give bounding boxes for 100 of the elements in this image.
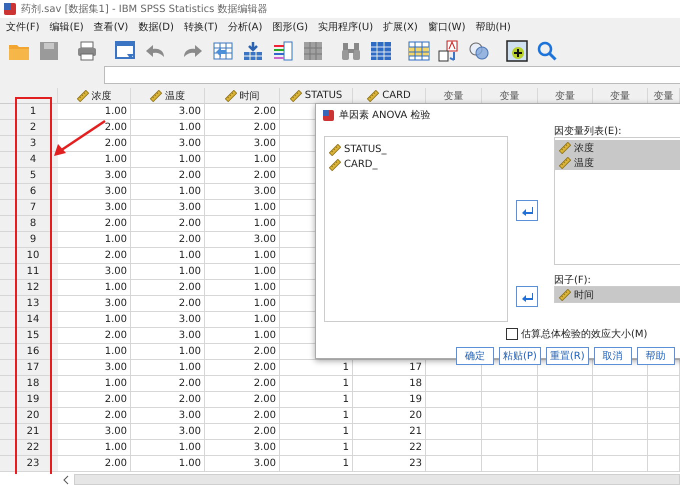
column-header[interactable]: 变量	[426, 88, 482, 104]
value-labels-icon[interactable]	[438, 40, 460, 62]
column-header[interactable]: CARD	[353, 88, 426, 104]
row-number[interactable]: 8	[0, 216, 58, 232]
table-icon[interactable]	[242, 40, 264, 62]
row-number[interactable]: 16	[0, 344, 58, 360]
scroll-left-icon[interactable]	[62, 474, 70, 484]
ruler-icon	[329, 144, 341, 156]
list-item[interactable]: STATUS_	[344, 144, 387, 155]
column-header[interactable]: 温度	[131, 88, 205, 104]
row-number[interactable]: 13	[0, 296, 58, 312]
column-header[interactable]: 变量	[482, 88, 538, 104]
row-number[interactable]: 18	[0, 376, 58, 392]
dialog-button[interactable]: 重置(R)	[546, 347, 589, 365]
column-header[interactable]: STATUS	[280, 88, 353, 104]
row-number[interactable]: 9	[0, 232, 58, 248]
column-header[interactable]: 变量	[593, 88, 648, 104]
table-cell: 3.00	[205, 456, 280, 472]
row-number[interactable]: 20	[0, 408, 58, 424]
table-cell: 2.00	[205, 360, 280, 376]
dependent-list[interactable]: 浓度 温度	[554, 137, 680, 265]
scrollbar[interactable]	[74, 474, 680, 485]
menu-item[interactable]: 扩展(X)	[380, 20, 421, 34]
row-number[interactable]: 12	[0, 280, 58, 296]
table-cell: 2.00	[131, 296, 205, 312]
dialog-button[interactable]: 粘贴(P)	[499, 347, 541, 365]
list-item[interactable]: 温度	[555, 155, 680, 170]
table-cell: 3.00	[205, 232, 280, 248]
menu-item[interactable]: 编辑(E)	[46, 20, 87, 34]
printer-icon[interactable]	[76, 40, 98, 62]
row-number[interactable]: 2	[0, 120, 58, 136]
row-number[interactable]: 10	[0, 248, 58, 264]
add-icon[interactable]	[506, 40, 528, 62]
row-number[interactable]: 6	[0, 184, 58, 200]
column-name: STATUS	[304, 90, 342, 101]
table-icon[interactable]	[408, 40, 430, 62]
table-cell: 1.00	[131, 248, 205, 264]
row-number[interactable]: 15	[0, 328, 58, 344]
row-number[interactable]: 22	[0, 440, 58, 456]
table-cell: 1	[280, 392, 353, 408]
table-cell: 2.00	[58, 408, 131, 424]
move-button[interactable]	[516, 286, 538, 307]
save-icon[interactable]	[38, 40, 60, 62]
list-item[interactable]: CARD_	[344, 159, 378, 170]
column-header[interactable]: 时间	[205, 88, 280, 104]
row-number[interactable]: 19	[0, 392, 58, 408]
row-number[interactable]: 1	[0, 104, 58, 120]
table-cell: 1	[280, 424, 353, 440]
menu-item[interactable]: 转换(T)	[180, 20, 221, 34]
empty-cell	[426, 392, 482, 408]
search-icon[interactable]	[536, 40, 558, 62]
dialog-button[interactable]: 帮助	[636, 347, 675, 365]
row-number[interactable]: 11	[0, 264, 58, 280]
dialog-button[interactable]: 取消	[594, 347, 632, 365]
column-header[interactable]: 变量	[538, 88, 593, 104]
table-cell: 2.00	[58, 328, 131, 344]
column-header[interactable]: 变量	[648, 88, 680, 104]
table-icon[interactable]	[302, 40, 324, 62]
row-number[interactable]: 14	[0, 312, 58, 328]
empty-cell	[482, 376, 538, 392]
cell-editor-field[interactable]	[104, 66, 680, 84]
menu-item[interactable]: 实用程序(U)	[315, 20, 376, 34]
menu-item[interactable]: 窗口(W)	[424, 20, 468, 34]
factor-field[interactable]: 时间	[554, 286, 680, 303]
menu-item[interactable]: 帮助(H)	[472, 20, 514, 34]
field-label: 因变量列表(E):	[554, 124, 622, 136]
row-number[interactable]: 4	[0, 152, 58, 168]
table-cell: 2.00	[205, 392, 280, 408]
variable-list[interactable]: STATUS_ CARD_	[324, 136, 508, 322]
empty-cell	[538, 376, 593, 392]
circles-icon[interactable]	[468, 40, 490, 62]
checkbox[interactable]	[506, 328, 518, 340]
empty-cell	[482, 392, 538, 408]
empty-cell	[426, 376, 482, 392]
row-number[interactable]: 3	[0, 136, 58, 152]
column-name: 浓度	[92, 90, 112, 102]
move-button[interactable]	[516, 200, 538, 221]
arrow-icon	[521, 292, 533, 302]
empty-cell	[426, 424, 482, 440]
row-number[interactable]: 5	[0, 168, 58, 184]
menu-item[interactable]: 分析(A)	[224, 20, 266, 34]
arrow-icon	[521, 206, 533, 216]
list-item[interactable]: 浓度	[555, 140, 680, 155]
menu-item[interactable]: 查看(V)	[90, 20, 132, 34]
column-header[interactable]: 浓度	[58, 88, 131, 104]
table-cell: 3.00	[131, 104, 205, 120]
row-number[interactable]: 17	[0, 360, 58, 376]
row-number[interactable]: 21	[0, 424, 58, 440]
menu-item[interactable]: 图形(G)	[269, 20, 311, 34]
row-number[interactable]: 23	[0, 456, 58, 472]
window-icon[interactable]	[114, 40, 136, 62]
dialog-button[interactable]: 确定	[456, 347, 494, 365]
menu-item[interactable]: 数据(D)	[135, 20, 177, 34]
binoculars-icon[interactable]	[340, 40, 362, 62]
table-icon[interactable]	[212, 40, 234, 62]
table-cell: 2.00	[58, 120, 131, 136]
empty-cell	[648, 440, 680, 456]
row-number[interactable]: 7	[0, 200, 58, 216]
list-icon[interactable]	[272, 40, 294, 62]
menu-item[interactable]: 文件(F)	[3, 20, 43, 34]
